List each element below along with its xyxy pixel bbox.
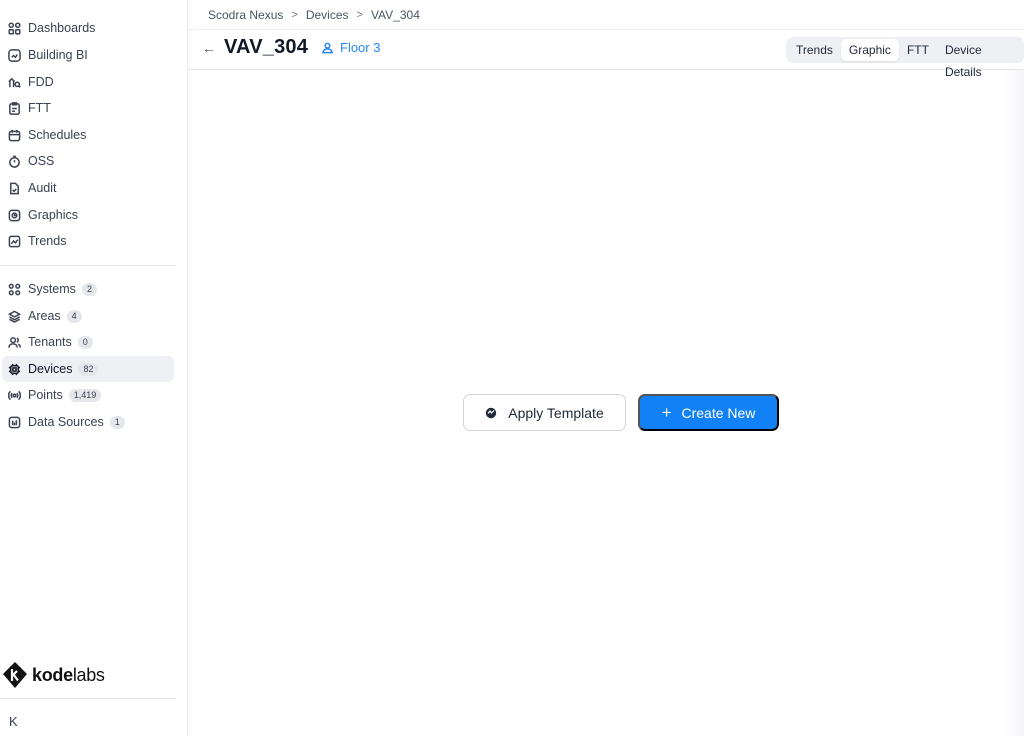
chart-card-icon	[8, 48, 21, 62]
sidebar-divider	[0, 265, 176, 266]
count-badge: 0	[77, 335, 93, 349]
sidebar-item-label: Devices	[28, 362, 73, 376]
grid-icon	[8, 21, 21, 35]
count-badge: 1,419	[68, 388, 102, 402]
create-new-button[interactable]: + Create New	[638, 394, 779, 431]
kodelabs-logo: kodelabs	[2, 661, 105, 689]
sidebar-item-graphics[interactable]: Graphics	[2, 202, 174, 228]
count-badge: 2	[81, 282, 97, 296]
scroll-shadow	[1002, 70, 1024, 736]
sidebar-item-label: Tenants	[28, 335, 72, 349]
create-new-label: Create New	[681, 404, 756, 421]
location-label: Floor 3	[340, 40, 381, 55]
chevron-right-icon: >	[291, 9, 298, 21]
sidebar-item-label: Dashboards	[28, 21, 96, 35]
users-icon	[8, 336, 21, 349]
location-user-icon	[321, 42, 334, 54]
sidebar-item-label: Schedules	[28, 128, 87, 142]
sidebar-item-data-sources[interactable]: Data Sources 1	[2, 409, 174, 435]
apply-template-button[interactable]: Apply Template	[463, 394, 626, 431]
sidebar-item-label: Points	[28, 388, 63, 402]
sidebar-item-label: Building BI	[28, 48, 88, 62]
sidebar-item-label: Audit	[28, 181, 57, 195]
sidebar-item-tenants[interactable]: Tenants 0	[2, 329, 174, 355]
tab-ftt[interactable]: FTT	[899, 39, 937, 61]
file-check-icon	[8, 182, 21, 195]
database-icon	[8, 416, 21, 429]
sidebar-item-label: FTT	[28, 101, 51, 115]
sidebar-item-areas[interactable]: Areas 4	[2, 303, 174, 329]
arrow-left-icon[interactable]: ←	[202, 40, 216, 56]
sidebar-item-label: FDD	[28, 75, 54, 89]
apply-template-label: Apply Template	[508, 404, 604, 421]
calendar-icon	[8, 129, 21, 142]
sidebar-item-label: Trends	[28, 234, 67, 248]
sidebar-item-fdd[interactable]: FDD	[2, 69, 174, 95]
page-title: VAV_304	[224, 36, 309, 58]
chevron-right-icon: >	[356, 9, 363, 21]
page-header: ← VAV_304 Floor 3 Trends Graphic FTT Dev…	[188, 30, 1024, 79]
sidebar-item-ftt[interactable]: FTT	[2, 95, 174, 121]
sidebar-item-oss[interactable]: OSS	[2, 148, 174, 174]
sidebar-item-audit[interactable]: Audit	[2, 175, 174, 201]
collapse-sidebar-button[interactable]: K	[9, 714, 18, 729]
graphics-icon	[8, 209, 21, 222]
count-badge: 82	[78, 362, 99, 376]
sidebar-item-label: Data Sources	[28, 415, 104, 429]
sidebar-footer-divider	[0, 698, 176, 699]
sidebar-item-label: Areas	[28, 309, 61, 323]
breadcrumb-item-current: VAV_304	[370, 8, 420, 22]
logo-mark-icon	[3, 662, 27, 688]
template-icon	[486, 407, 497, 418]
plus-icon: +	[661, 403, 672, 422]
sidebar-item-label: Systems	[28, 282, 76, 296]
sidebar-item-label: OSS	[28, 154, 55, 168]
timer-icon	[8, 155, 21, 168]
clipboard-icon	[8, 101, 21, 115]
trend-icon	[8, 235, 21, 248]
count-badge: 1	[109, 415, 125, 429]
chip-icon	[8, 363, 21, 376]
sidebar: Dashboards Building BI FDD FTT Schedules…	[0, 0, 188, 736]
sidebar-item-building-bi[interactable]: Building BI	[2, 42, 174, 68]
sidebar-item-dashboards[interactable]: Dashboards	[2, 15, 174, 41]
sidebar-item-schedules[interactable]: Schedules	[2, 122, 174, 148]
breadcrumb: Scodra Nexus > Devices > VAV_304	[208, 8, 420, 22]
tab-device-details[interactable]: Device Details	[937, 39, 1024, 79]
count-badge: 4	[66, 309, 82, 323]
broadcast-icon	[8, 389, 21, 402]
sidebar-item-label: Graphics	[28, 208, 79, 222]
breadcrumb-item-scodra-nexus[interactable]: Scodra Nexus	[208, 8, 283, 22]
sidebar-item-devices[interactable]: Devices 82	[2, 356, 174, 382]
sidebar-item-trends[interactable]: Trends	[2, 228, 174, 254]
logo-text: kodelabs	[32, 664, 105, 685]
sidebar-item-systems[interactable]: Systems 2	[2, 276, 174, 302]
view-tabs: Trends Graphic FTT Device Details	[786, 37, 1024, 79]
tab-trends[interactable]: Trends	[788, 39, 841, 61]
fdd-icon	[8, 76, 21, 89]
layers-icon	[8, 310, 21, 323]
location-link[interactable]: Floor 3	[321, 40, 380, 55]
systems-icon	[8, 283, 21, 296]
sidebar-item-points[interactable]: Points 1,419	[2, 382, 174, 408]
breadcrumb-item-devices[interactable]: Devices	[306, 8, 349, 22]
tab-graphic[interactable]: Graphic	[840, 39, 899, 61]
